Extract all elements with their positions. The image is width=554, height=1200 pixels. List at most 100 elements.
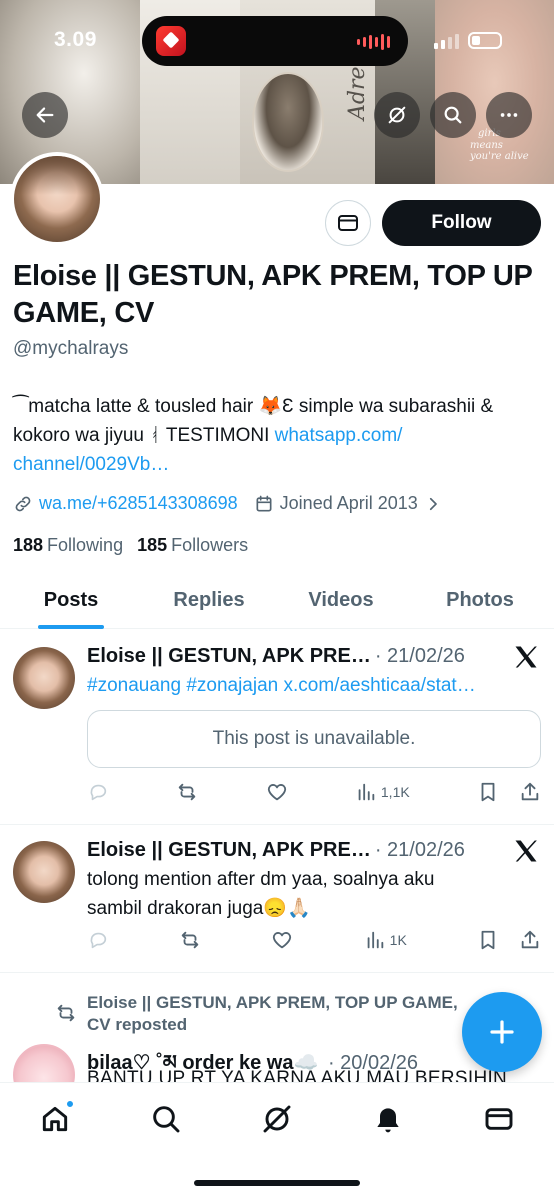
user-handle: @mychalrays xyxy=(13,338,129,359)
envelope-icon xyxy=(338,215,358,231)
post-header: Eloise || GESTUN, APK PRE… · 21/02/26 xyxy=(87,839,465,862)
bio-text: ⁀matcha latte & tousled hair 🦊Ɛ simple w… xyxy=(13,396,494,446)
nav-notifications[interactable] xyxy=(370,1101,406,1137)
battery-icon xyxy=(468,32,502,49)
profile-avatar[interactable] xyxy=(10,152,104,246)
app-icon xyxy=(156,26,186,56)
heart-icon xyxy=(273,932,292,949)
post-date: · 21/02/26 xyxy=(374,839,465,861)
following-label: Following xyxy=(47,535,124,555)
like-button[interactable] xyxy=(266,781,288,803)
grok-icon xyxy=(263,1105,291,1133)
tab-replies[interactable]: Replies xyxy=(142,572,276,628)
post-actions: 1K xyxy=(87,929,541,951)
share-button[interactable] xyxy=(519,781,541,803)
post-avatar[interactable] xyxy=(13,647,75,709)
post-header: Eloise || GESTUN, APK PRE… · 21/02/26 xyxy=(87,645,465,668)
like-button[interactable] xyxy=(271,929,293,951)
x-logo-icon xyxy=(515,840,537,862)
grok-button[interactable] xyxy=(374,92,420,138)
arrow-left-icon xyxy=(36,107,54,123)
views-button[interactable]: 1K xyxy=(364,929,407,951)
follow-button[interactable]: Follow xyxy=(382,200,541,246)
search-button[interactable] xyxy=(430,92,476,138)
tab-photos[interactable]: Photos xyxy=(406,572,554,628)
status-time: 3.09 xyxy=(54,28,97,51)
tab-videos[interactable]: Videos xyxy=(276,572,406,628)
compose-post-button[interactable] xyxy=(462,992,542,1072)
banner-script-text: means you're alive xyxy=(470,140,529,162)
bookmark-icon xyxy=(481,930,495,950)
post-item[interactable]: Eloise || GESTUN, APK PRE… · 21/02/26 to… xyxy=(0,825,554,973)
search-icon xyxy=(444,106,462,124)
post-item[interactable]: Eloise || GESTUN, APK PRE… · 21/02/26 #z… xyxy=(0,629,554,825)
nav-search[interactable] xyxy=(148,1101,184,1137)
post-avatar[interactable] xyxy=(13,841,75,903)
bookmark-icon xyxy=(481,782,495,802)
bookmark-button[interactable] xyxy=(477,781,499,803)
post-text: tolong mention after dm yaa, soalnya aku… xyxy=(87,869,435,919)
banner-cameo xyxy=(252,72,324,172)
reply-icon xyxy=(90,784,107,801)
post-text: #zonauang #zonajajan x.com/aeshticaa/sta… xyxy=(87,671,537,700)
audio-bars-icon xyxy=(357,34,390,50)
post-share-group xyxy=(477,781,541,803)
views-count: 1,1K xyxy=(380,784,410,800)
reply-button[interactable] xyxy=(87,929,109,951)
dynamic-island xyxy=(142,16,408,66)
envelope-icon xyxy=(485,1108,513,1130)
post-hashtags-link[interactable]: #zonauang #zonajajan x.com/aeshticaa/sta… xyxy=(87,675,476,696)
grok-icon xyxy=(388,106,406,124)
post-share-group xyxy=(477,929,541,951)
more-button[interactable] xyxy=(486,92,532,138)
following-link[interactable]: 188 Following xyxy=(13,535,123,556)
notification-dot xyxy=(65,1099,75,1109)
followers-count: 185 xyxy=(137,535,168,555)
website-link[interactable]: wa.me/+6285143308698 xyxy=(39,493,238,514)
post-author-name[interactable]: Eloise || GESTUN, APK PRE… xyxy=(87,839,371,862)
more-horizontal-icon xyxy=(500,113,518,117)
follow-stats: 188 Following 185 Followers xyxy=(13,535,248,556)
repost-button[interactable] xyxy=(176,781,198,803)
analytics-icon xyxy=(358,783,375,801)
bell-icon xyxy=(377,1108,399,1133)
profile-bio: ⁀matcha latte & tousled hair 🦊Ɛ simple w… xyxy=(13,392,541,479)
share-icon xyxy=(521,930,539,949)
heart-icon xyxy=(267,784,286,801)
post-actions: 1,1K xyxy=(87,781,541,803)
profile-meta: wa.me/+6285143308698 Joined April 2013 xyxy=(13,493,448,514)
following-count: 188 xyxy=(13,535,44,555)
repost-icon xyxy=(179,783,196,801)
reply-button[interactable] xyxy=(87,781,109,803)
joined-date: Joined April 2013 xyxy=(279,493,418,513)
link-icon xyxy=(15,496,31,511)
share-button[interactable] xyxy=(519,929,541,951)
message-button[interactable] xyxy=(325,200,371,246)
nav-grok[interactable] xyxy=(259,1101,295,1137)
home-indicator xyxy=(194,1180,360,1186)
search-icon xyxy=(153,1106,180,1133)
display-name: Eloise || GESTUN, APK PREM, TOP UP GAME,… xyxy=(13,260,533,329)
chevron-right-icon[interactable] xyxy=(424,495,442,513)
plus-icon xyxy=(490,1020,514,1044)
repost-button[interactable] xyxy=(179,929,201,951)
views-button[interactable]: 1,1K xyxy=(355,781,410,803)
signal-icon xyxy=(434,34,459,49)
repost-icon xyxy=(181,931,199,949)
nav-messages[interactable] xyxy=(481,1101,517,1137)
profile-tabs: Posts Replies Videos Photos xyxy=(0,572,554,629)
repost-indicator-icon xyxy=(57,1004,75,1022)
back-button[interactable] xyxy=(22,92,68,138)
bookmark-button[interactable] xyxy=(477,929,499,951)
repost-label[interactable]: Eloise || GESTUN, APK PREM, TOP UP GAME,… xyxy=(87,992,477,1036)
post-author-name[interactable]: Eloise || GESTUN, APK PRE… xyxy=(87,645,371,668)
followers-link[interactable]: 185 Followers xyxy=(137,535,248,556)
views-count: 1K xyxy=(389,932,407,948)
reply-icon xyxy=(90,932,107,949)
followers-label: Followers xyxy=(171,535,249,555)
tab-posts[interactable]: Posts xyxy=(0,572,142,628)
x-logo-icon xyxy=(515,646,537,668)
analytics-icon xyxy=(367,931,383,949)
nav-home[interactable] xyxy=(37,1099,75,1137)
share-icon xyxy=(521,782,539,801)
